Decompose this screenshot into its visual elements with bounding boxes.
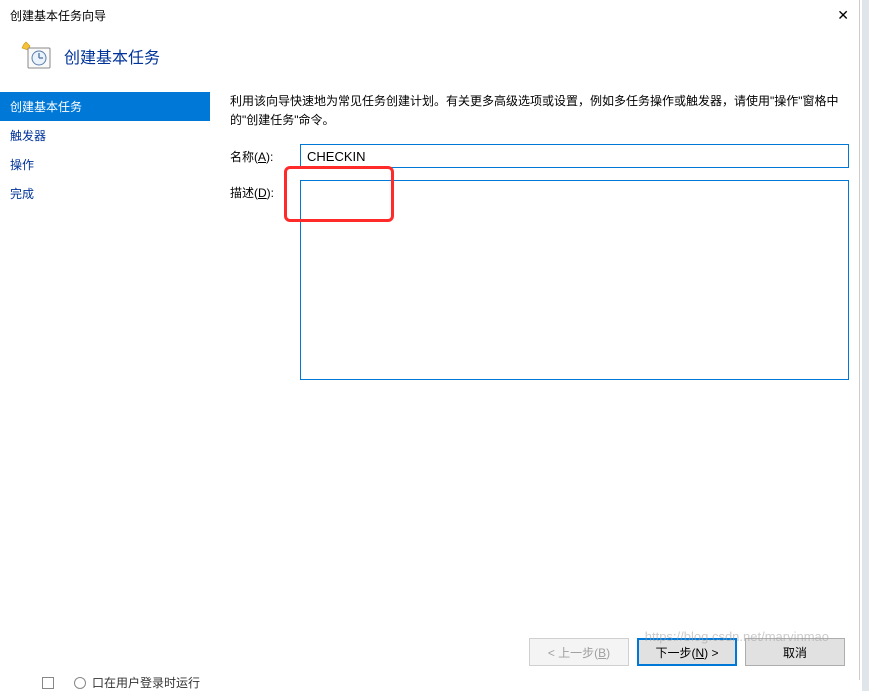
description-row: 描述(D): [230,180,849,380]
wizard-footer: < 上一步(B) 下一步(N) > 取消 [529,638,845,666]
titlebar: 创建基本任务向导 ✕ [0,0,859,30]
background-window-clip: 口在用户登录时运行 [42,674,200,691]
sidebar-item-action[interactable]: 操作 [0,150,210,179]
sidebar-item-trigger[interactable]: 触发器 [0,121,210,150]
description-label: 描述(D): [230,180,300,201]
sidebar-item-create-basic-task[interactable]: 创建基本任务 [0,92,210,121]
cancel-button[interactable]: 取消 [745,638,845,666]
close-icon[interactable]: ✕ [809,7,849,24]
wizard-window: 创建基本任务向导 ✕ 创建基本任务 创建基本任务 触发器 操作 [0,0,860,680]
radio-icon [74,677,86,689]
sidebar-item-finish[interactable]: 完成 [0,179,210,208]
back-button: < 上一步(B) [529,638,629,666]
sidebar-item-label: 触发器 [10,129,46,143]
wizard-title: 创建基本任务 [64,44,160,68]
description-textarea[interactable] [300,180,849,380]
wizard-steps-sidebar: 创建基本任务 触发器 操作 完成 [0,92,210,622]
task-scheduler-icon [20,40,52,72]
name-row: 名称(A): [230,144,849,168]
sidebar-item-label: 完成 [10,187,34,201]
helper-text: 利用该向导快速地为常见任务创建计划。有关更多高级选项或设置，例如多任务操作或触发… [230,92,849,130]
wizard-header: 创建基本任务 [0,30,859,92]
name-input[interactable] [300,144,849,168]
next-button[interactable]: 下一步(N) > [637,638,737,666]
sidebar-item-label: 创建基本任务 [10,100,82,114]
name-label: 名称(A): [230,144,300,165]
wizard-content: 利用该向导快速地为常见任务创建计划。有关更多高级选项或设置，例如多任务操作或触发… [210,92,859,622]
window-title: 创建基本任务向导 [10,7,106,24]
sidebar-item-label: 操作 [10,158,34,172]
